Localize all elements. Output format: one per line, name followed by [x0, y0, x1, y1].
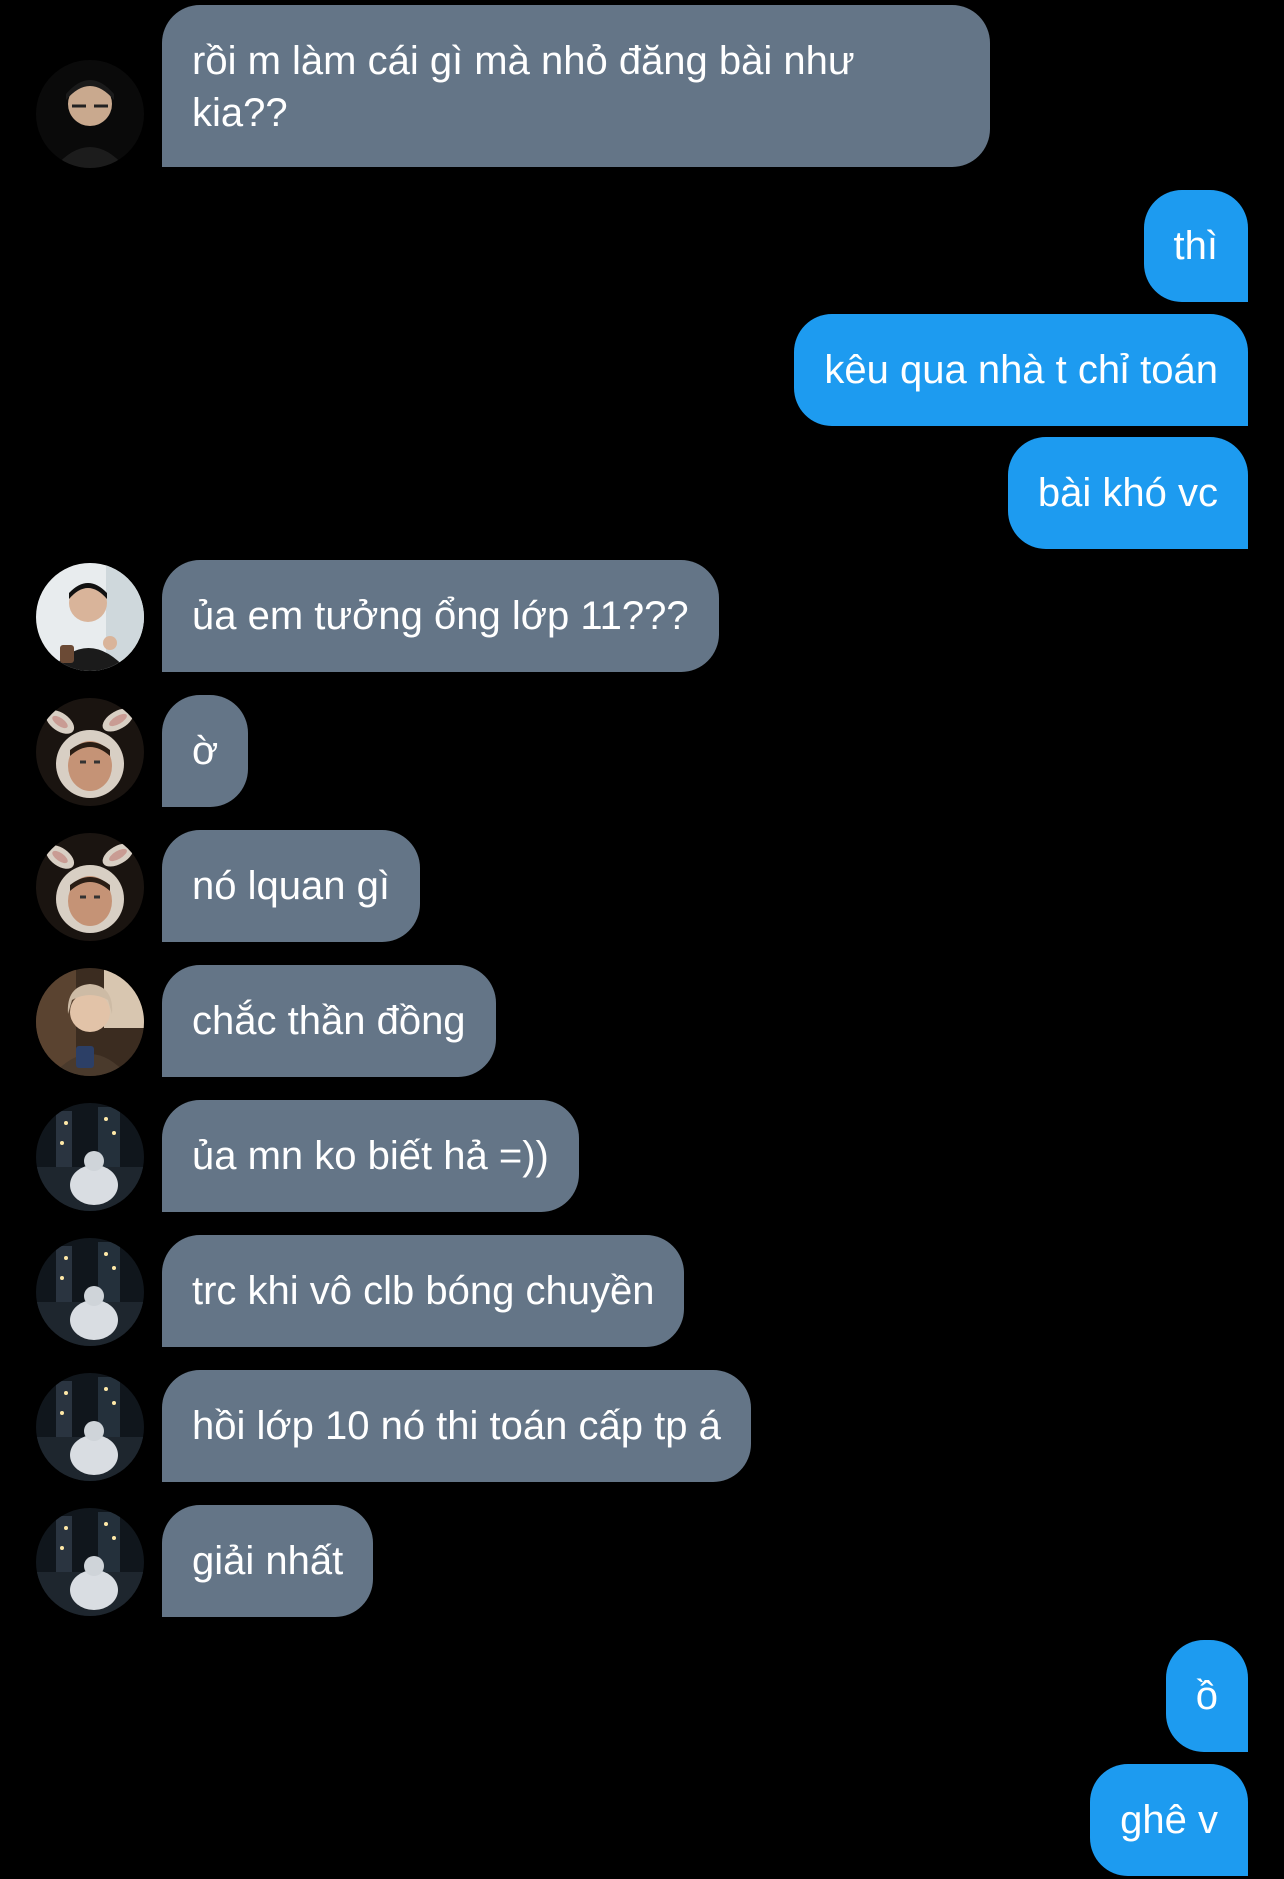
person-thumbs-up-avatar[interactable] — [36, 563, 144, 671]
message-bubble[interactable]: thì — [1143, 190, 1248, 302]
bunny-ears-avatar[interactable] — [36, 698, 144, 806]
message-text: kêu qua nhà t chỉ toán — [824, 348, 1218, 392]
message-bubble[interactable]: rồi m làm cái gì mà nhỏ đăng bài như kia… — [162, 5, 990, 167]
message-text: chắc thần đồng — [192, 999, 466, 1043]
message-text: ủa em tưởng ổng lớp 11??? — [192, 594, 689, 638]
message-bubble[interactable]: ủa em tưởng ổng lớp 11??? — [162, 560, 719, 672]
message-text: rồi m làm cái gì mà nhỏ đăng bài như kia… — [192, 39, 855, 135]
message-text: ghê v — [1120, 1798, 1218, 1842]
night-street-avatar[interactable] — [36, 1508, 144, 1616]
bunny-ears-avatar[interactable] — [36, 833, 144, 941]
message-bubble[interactable]: chắc thần đồng — [162, 965, 496, 1077]
message-text: trc khi vô clb bóng chuyền — [192, 1269, 655, 1313]
night-street-avatar[interactable] — [36, 1103, 144, 1211]
chat-thread: rồi m làm cái gì mà nhỏ đăng bài như kia… — [0, 0, 1284, 1879]
message-text: thì — [1173, 224, 1218, 268]
message-text: nó lquan gì — [192, 864, 390, 908]
message-bubble[interactable]: trc khi vô clb bóng chuyền — [162, 1235, 685, 1347]
message-bubble[interactable]: kêu qua nhà t chỉ toán — [794, 314, 1248, 426]
message-bubble[interactable]: ghê v — [1090, 1764, 1248, 1876]
message-text: hồi lớp 10 nó thi toán cấp tp á — [192, 1404, 721, 1448]
message-bubble[interactable]: ủa mn ko biết hả =)) — [162, 1100, 579, 1212]
message-text: ủa mn ko biết hả =)) — [192, 1134, 549, 1178]
night-street-avatar[interactable] — [36, 1238, 144, 1346]
message-bubble[interactable]: ồ — [1165, 1640, 1248, 1752]
message-text: ồ — [1195, 1674, 1218, 1718]
message-bubble[interactable]: ờ — [162, 695, 249, 807]
message-bubble[interactable]: giải nhất — [162, 1505, 374, 1617]
message-bubble[interactable]: hồi lớp 10 nó thi toán cấp tp á — [162, 1370, 751, 1482]
message-text: giải nhất — [192, 1539, 344, 1583]
message-text: ờ — [192, 729, 219, 773]
message-bubble[interactable]: bài khó vc — [1007, 437, 1248, 549]
night-street-avatar[interactable] — [36, 1373, 144, 1481]
message-bubble[interactable]: nó lquan gì — [162, 830, 420, 942]
person-light-hair-avatar[interactable] — [36, 968, 144, 1076]
person-glasses-avatar[interactable] — [36, 60, 144, 168]
message-text: bài khó vc — [1037, 471, 1218, 515]
